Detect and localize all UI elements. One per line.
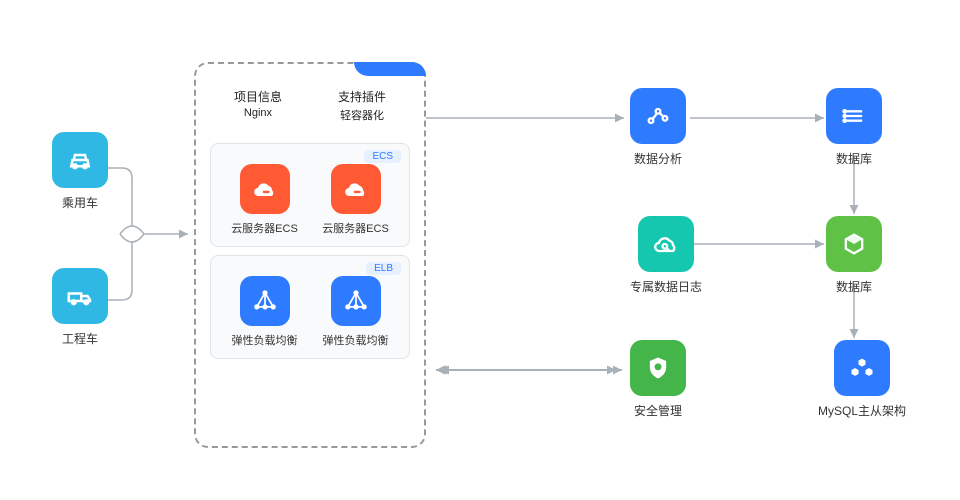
load-balancer-icon [240,276,290,326]
connector-layer-2 [0,0,960,500]
center-container: 项目信息 Nginx 支持插件 轻容器化 ECS 云服务器ECS 云服务器ECS [194,62,426,448]
node-logs: 专属数据日志 [630,216,702,295]
bidir [0,0,960,500]
storage-icon [826,216,882,272]
security-label: 安全管理 [630,402,686,419]
node-mysql: MySQL主从架构 [818,340,906,419]
shield-icon [630,340,686,396]
header-item-2: 支持插件 轻容器化 [338,88,386,123]
header-item-1: 项目信息 Nginx [234,88,282,123]
car-icon [52,132,108,188]
ecs-node-1: 云服务器ECS [231,164,298,236]
node-db1: 数据库 [826,88,882,167]
truck-icon [52,268,108,324]
cloud-server-icon [331,164,381,214]
mysql-label: MySQL主从架构 [818,402,906,419]
elb-badge: ELB [366,262,401,275]
car-label: 乘用车 [52,194,108,211]
node-security: 安全管理 [630,340,686,419]
ecs-node-2: 云服务器ECS [322,164,389,236]
center-tab [354,62,426,76]
database-icon [826,88,882,144]
analytics-label: 数据分析 [630,150,686,167]
node-truck: 工程车 [52,268,108,347]
analytics-icon [630,88,686,144]
ecs-card: ECS 云服务器ECS 云服务器ECS [210,143,410,247]
node-db2: 数据库 [826,216,882,295]
cloud-log-icon [638,216,694,272]
logs-label: 专属数据日志 [630,278,702,295]
node-car: 乘用车 [52,132,108,211]
connector-layer [0,0,960,500]
elb-card: ELB 弹性负载均衡 弹性负载均衡 [210,255,410,359]
elb-node-2: 弹性负载均衡 [323,276,389,348]
node-analytics: 数据分析 [630,88,686,167]
ecs-badge: ECS [364,150,401,163]
db1-label: 数据库 [826,150,882,167]
load-balancer-icon [331,276,381,326]
cluster-icon [834,340,890,396]
db2-label: 数据库 [826,278,882,295]
truck-label: 工程车 [52,330,108,347]
cloud-server-icon [240,164,290,214]
elb-node-1: 弹性负载均衡 [232,276,298,348]
